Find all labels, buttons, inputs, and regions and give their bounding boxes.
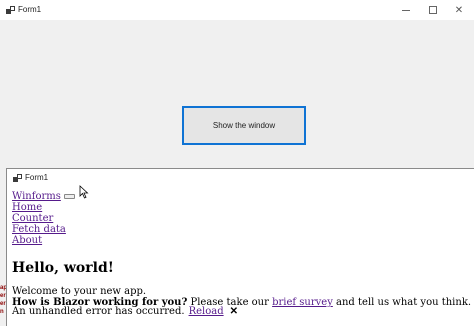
main-window-title: Form1: [18, 5, 42, 14]
blazor-window: Form1 Winforms Home Counter Fetch data A…: [6, 168, 474, 326]
nav-link-fetch-data[interactable]: Fetch data: [12, 224, 474, 235]
blazor-window-title: Form1: [25, 173, 49, 182]
minimize-button[interactable]: [391, 0, 421, 20]
nav-toggle-button[interactable]: [63, 194, 75, 199]
close-button[interactable]: ✕: [444, 0, 474, 20]
survey-after-link: and tell us what you think.: [332, 297, 472, 308]
close-icon: ✕: [454, 4, 464, 16]
survey-link[interactable]: brief survey: [272, 297, 333, 308]
error-ui: An unhandled error has occurred. Reload …: [12, 306, 238, 318]
show-window-button[interactable]: Show the window: [182, 106, 306, 145]
mouse-cursor-icon: [79, 185, 89, 199]
app-icon: [13, 174, 22, 182]
show-window-label: Show the window: [212, 121, 276, 130]
nav-link-about[interactable]: About: [12, 235, 474, 246]
nav-menu: Winforms Home Counter Fetch data About: [12, 191, 474, 246]
dismiss-icon[interactable]: ✕: [230, 306, 238, 318]
webview-content: Winforms Home Counter Fetch data About H…: [12, 191, 474, 308]
error-message: An unhandled error has occurred.: [12, 306, 185, 317]
nav-link-counter[interactable]: Counter: [12, 213, 474, 224]
page-heading: Hello, world!: [12, 260, 114, 276]
minimize-icon: [402, 9, 410, 11]
welcome-text: Welcome to your new app.: [12, 286, 147, 297]
reload-link[interactable]: Reload: [189, 306, 224, 318]
app-icon: [6, 6, 15, 14]
maximize-icon: [429, 6, 437, 14]
nav-link-home[interactable]: Home: [12, 202, 474, 213]
brand-link[interactable]: Winforms: [12, 191, 61, 202]
main-window-titlebar[interactable]: Form1 ✕: [0, 0, 474, 20]
blazor-window-titlebar[interactable]: Form1: [7, 169, 474, 188]
